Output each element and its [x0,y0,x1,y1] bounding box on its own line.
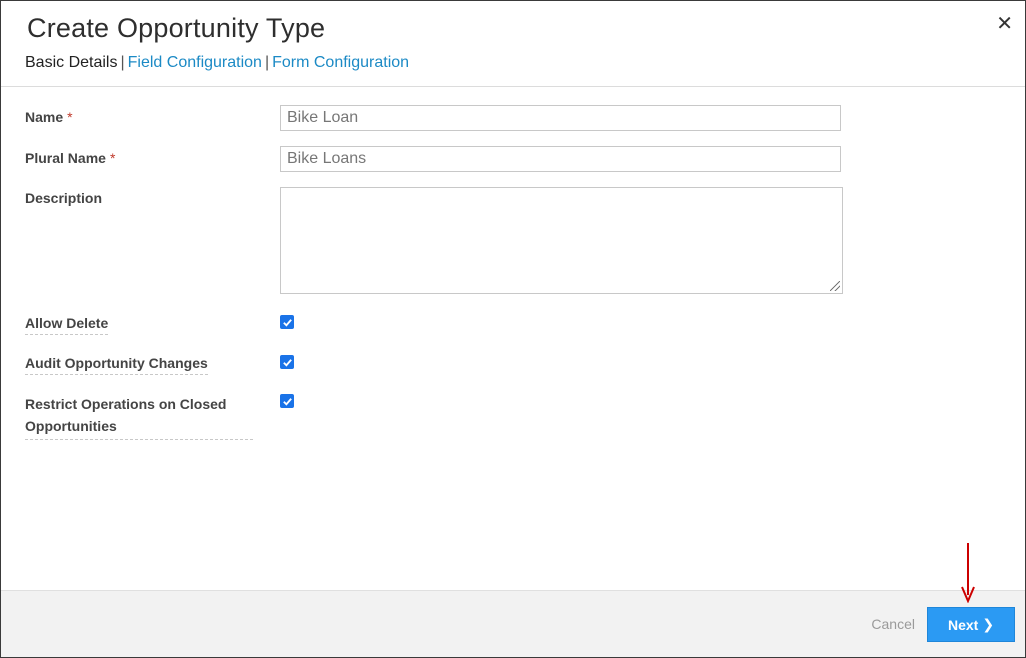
next-button[interactable]: Next ❯ [927,607,1015,642]
plural-name-input[interactable]: Bike Loans [280,146,841,172]
checkmark-icon [282,358,292,367]
dialog-title: Create Opportunity Type [27,13,326,43]
restrict-operations-checkbox[interactable] [280,394,294,408]
annotation-arrow-icon [961,543,975,603]
name-label: Name * [25,109,73,125]
plural-name-label: Plural Name * [25,150,115,166]
description-label: Description [25,190,103,206]
checkmark-icon [282,318,292,327]
plural-name-label-text: Plural Name [25,150,106,166]
tab-form-configuration[interactable]: Form Configuration [272,54,409,71]
cancel-button[interactable]: Cancel [871,616,915,632]
restrict-operations-label: Restrict Operations on Closed Opportunit… [25,393,253,440]
close-icon[interactable]: ✕ [996,14,1013,34]
tab-basic-details[interactable]: Basic Details [25,54,117,71]
description-textarea[interactable] [280,187,843,294]
audit-changes-checkbox[interactable] [280,355,294,369]
dialog-footer: Cancel Next ❯ [1,590,1025,657]
required-marker: * [67,109,73,125]
allow-delete-checkbox[interactable] [280,315,294,329]
tab-field-configuration[interactable]: Field Configuration [128,54,262,71]
tab-separator: | [264,54,270,71]
checkmark-icon [282,397,292,406]
restrict-operations-label-line2: Opportunities [25,418,117,434]
resize-grip-icon[interactable] [830,281,840,291]
dialog-header: Create Opportunity Type ✕ Basic Details |… [1,1,1025,87]
chevron-right-icon: ❯ [982,616,995,632]
restrict-operations-label-line1: Restrict Operations on Closed [25,396,227,412]
step-tabs: Basic Details | Field Configuration | Form C… [25,54,409,72]
name-input[interactable]: Bike Loan [280,105,841,131]
create-opportunity-type-dialog: Create Opportunity Type ✕ Basic Details |… [0,0,1026,658]
audit-changes-label: Audit Opportunity Changes [25,355,208,375]
next-button-label: Next [947,616,979,633]
name-label-text: Name [25,109,64,125]
audit-changes-label-text: Audit Opportunity Changes [25,355,208,375]
allow-delete-label-text: Allow Delete [25,315,109,335]
required-marker: * [109,150,116,166]
tab-separator: | [120,54,125,71]
allow-delete-label: Allow Delete [25,315,109,335]
